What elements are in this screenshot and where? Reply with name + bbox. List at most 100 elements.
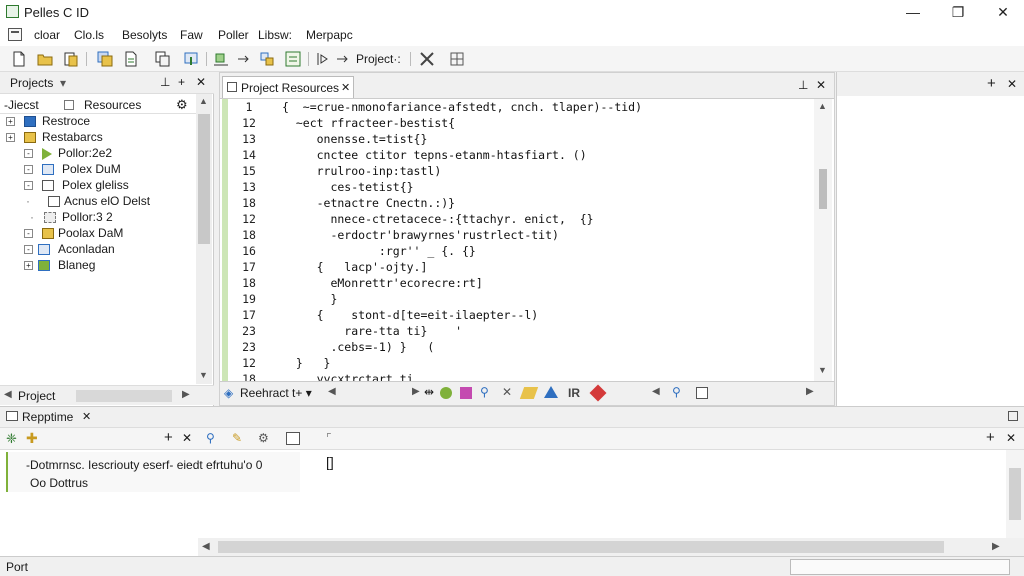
menu-item-5[interactable]: Poller [218, 28, 249, 42]
clear-icon[interactable] [286, 432, 300, 445]
projects-vertical-scrollbar[interactable]: ▲ ▼ [196, 94, 212, 384]
scroll-right-icon[interactable]: ▶ [992, 541, 1000, 552]
code-line: -erdoctr'brawyrnes'rustrlect-tit) [282, 228, 559, 242]
subtab-resources[interactable]: Resources [84, 98, 141, 112]
scroll-right-icon[interactable]: ▶ [806, 386, 814, 397]
project-tab[interactable]: Project [18, 389, 55, 403]
execute-icon[interactable] [284, 50, 302, 68]
tree-item[interactable]: - Pollor:2e2 [0, 146, 196, 162]
projects-dropdown-icon[interactable]: ▾ [60, 76, 66, 90]
gear-icon[interactable]: ⚙ [176, 97, 188, 113]
subtab-files[interactable]: -Jiecst [4, 98, 39, 112]
build-icon[interactable] [212, 50, 230, 68]
tree-item[interactable]: · Pollor:3 2 [0, 210, 196, 226]
panel-menu-icon[interactable] [1008, 411, 1018, 421]
tree-item[interactable]: - Poolax DaM [0, 226, 196, 242]
editor-tab[interactable]: Project Resources ✕ [222, 76, 354, 98]
copy-icon[interactable] [154, 50, 172, 68]
zoom-icon[interactable]: ⚲ [672, 385, 681, 399]
scroll-left-icon[interactable]: ◀ [202, 541, 210, 552]
scroll-thumb[interactable] [1009, 468, 1021, 520]
erase-icon[interactable] [589, 384, 607, 402]
tree-item[interactable]: - Polex gleliss [0, 178, 196, 194]
menu-item-1[interactable]: cloar [34, 28, 60, 42]
scroll-right-icon[interactable]: ▶ [412, 386, 420, 397]
open-folder-icon[interactable] [36, 50, 54, 68]
code-line: eMonrettr'ecorecre:rt] [282, 276, 483, 290]
tree-item[interactable]: · Acnus elO Delst [0, 194, 196, 210]
document-icon[interactable] [122, 50, 140, 68]
dialog-icon[interactable] [460, 387, 472, 399]
editor-view-selector[interactable]: Reehract t+ ▾ [240, 386, 312, 400]
close-window-button[interactable]: ✕ [980, 0, 1024, 24]
output-tab-close-icon[interactable]: ✕ [82, 410, 91, 423]
scroll-thumb[interactable] [218, 541, 944, 553]
new-file-icon[interactable] [10, 50, 28, 68]
add-icon[interactable]: ✚ [26, 430, 38, 447]
scroll-left-icon[interactable]: ◀ [652, 386, 660, 397]
output-vertical-scrollbar[interactable] [1006, 450, 1024, 538]
menu-item-3[interactable]: Besolyts [122, 28, 167, 42]
tree-item[interactable]: + Blaneg [0, 258, 196, 274]
resource-icon[interactable] [182, 50, 200, 68]
filter-icon[interactable]: ⚙ [258, 431, 269, 445]
scroll-left-icon[interactable]: ◀ [328, 386, 336, 397]
output-plus-icon[interactable]: + [164, 429, 173, 446]
open-project-icon[interactable] [62, 50, 80, 68]
editor-close-icon[interactable]: ✕ [816, 78, 826, 92]
tree-icon[interactable]: ❈ [6, 431, 17, 447]
palette-icon[interactable] [440, 387, 452, 399]
right-panel-close-icon[interactable]: ✕ [1007, 77, 1017, 91]
tree-item[interactable]: - Aconladan [0, 242, 196, 258]
scroll-left-icon[interactable]: ◀ [4, 389, 12, 400]
page-icon[interactable] [696, 387, 708, 399]
tree-item[interactable]: + Restroce [0, 114, 196, 130]
projects-plus-icon[interactable]: + [178, 75, 185, 89]
system-menu-icon[interactable] [8, 28, 22, 41]
editor-pin-icon[interactable]: ⊥ [798, 78, 808, 92]
arrow-right-icon[interactable] [334, 50, 352, 68]
tree-item[interactable]: - Polex DuM [0, 162, 196, 178]
menu-item-7[interactable]: Merpapc [306, 28, 353, 42]
output-horizontal-scrollbar[interactable]: ◀ ▶ [198, 538, 1024, 556]
step-icon[interactable] [314, 50, 332, 68]
triangle-icon[interactable] [544, 386, 558, 398]
edit-icon[interactable] [519, 387, 539, 399]
tree-item[interactable]: + Restabarcs [0, 130, 196, 146]
projects-close-icon[interactable]: ✕ [196, 75, 206, 89]
menu-item-6[interactable]: Libsw: [258, 28, 292, 42]
scroll-down-icon[interactable]: ▼ [818, 365, 827, 375]
menu-item-4[interactable]: Faw [180, 28, 203, 42]
editor-vertical-scrollbar[interactable]: ▲ ▼ [814, 99, 832, 381]
scroll-up-icon[interactable]: ▲ [818, 101, 827, 111]
scroll-up-icon[interactable]: ▲ [199, 96, 208, 106]
menu-item-2[interactable]: Clo.ls [74, 28, 104, 42]
scroll-right-icon[interactable]: ▶ [182, 389, 190, 400]
tab-close-icon[interactable]: ✕ [341, 81, 350, 94]
right-panel-plus-icon[interactable]: + [987, 75, 996, 92]
maximize-button[interactable]: ❐ [935, 0, 981, 24]
output-panel-plus-icon[interactable]: + [986, 429, 995, 446]
search-icon[interactable]: ⚲ [480, 385, 489, 399]
highlight-icon[interactable]: ✎ [232, 431, 242, 445]
scroll-thumb[interactable] [198, 114, 210, 244]
scroll-thumb[interactable] [819, 169, 827, 209]
tools-icon[interactable] [418, 50, 436, 68]
compile-icon[interactable] [258, 50, 276, 68]
ir-label[interactable]: IR [568, 386, 580, 400]
arrow-down-icon[interactable] [234, 50, 252, 68]
move-icon[interactable]: ⇹ [424, 385, 434, 399]
code-area[interactable]: { ~=crue-nmonofariance-afstedt, cnch. tl… [220, 99, 812, 381]
scroll-down-icon[interactable]: ▼ [199, 370, 208, 380]
find-icon[interactable]: ⚲ [206, 431, 215, 445]
project-selector[interactable]: Project·: [356, 52, 401, 66]
output-panel-close-icon[interactable]: ✕ [1006, 431, 1016, 445]
save-all-icon[interactable] [96, 50, 114, 68]
horizontal-scroll-thumb[interactable] [76, 390, 172, 402]
output-panel-title[interactable]: Repptime [22, 410, 73, 424]
cut-icon[interactable]: ✕ [502, 385, 512, 399]
minimize-button[interactable]: — [890, 0, 936, 24]
grid-icon[interactable] [448, 50, 466, 68]
pin-icon[interactable]: ⊥ [160, 75, 170, 89]
output-close-icon[interactable]: ✕ [182, 431, 192, 445]
